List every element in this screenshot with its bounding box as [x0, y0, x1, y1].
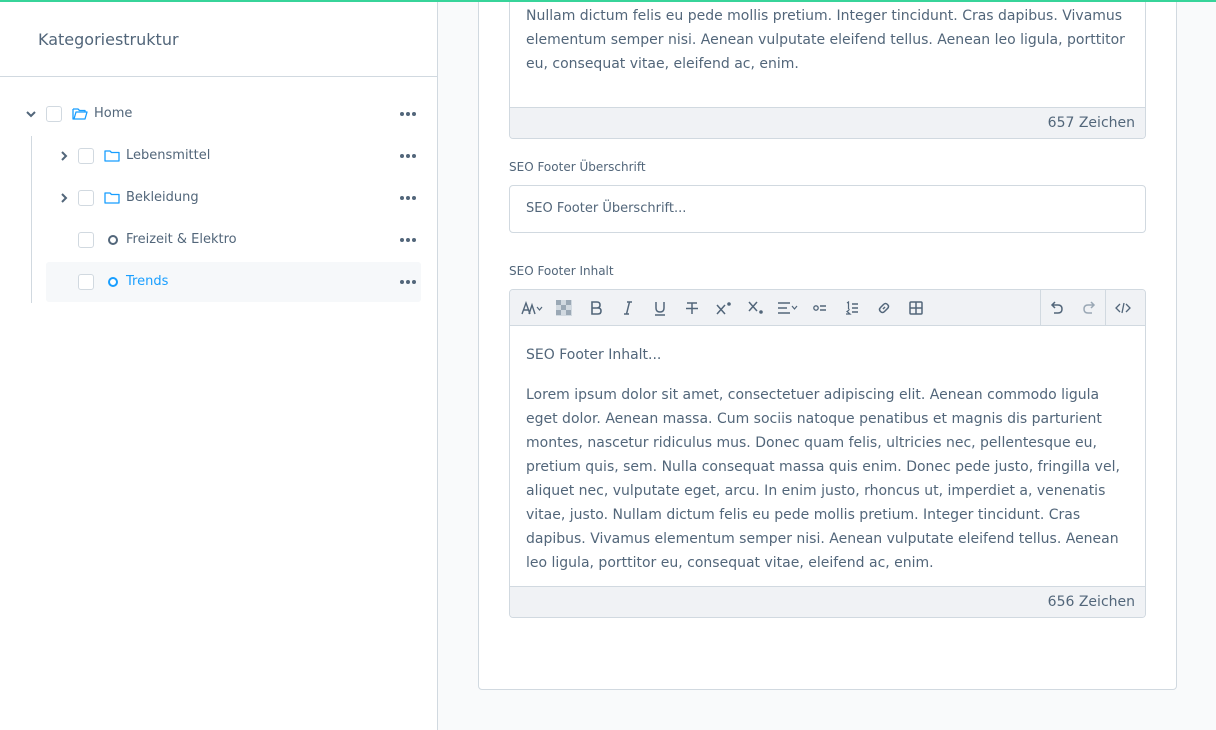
tree-item-label: Freizeit & Elektro: [126, 232, 237, 247]
undo-icon[interactable]: [1041, 290, 1073, 326]
editor-first-line: SEO Footer Inhalt...: [526, 347, 662, 363]
seo-card: vulputate eget, arcu. In enim justo, rho…: [478, 0, 1177, 690]
chevron-down-icon[interactable]: [26, 109, 36, 119]
align-icon[interactable]: [772, 290, 804, 326]
category-sidebar: Kategoriestruktur Home Lebensmittel Bekl…: [0, 0, 438, 730]
seo-description-editor[interactable]: vulputate eget, arcu. In enim justo, rho…: [509, 0, 1146, 139]
more-options-icon[interactable]: [400, 112, 416, 116]
seo-footer-heading-label: SEO Footer Überschrift: [509, 160, 646, 174]
tree-checkbox-trends[interactable]: [78, 274, 94, 290]
seo-footer-heading-input[interactable]: SEO Footer Überschrift...: [509, 185, 1146, 233]
table-icon[interactable]: [900, 290, 932, 326]
folder-icon: [104, 191, 120, 205]
tree-item-label: Home: [94, 106, 133, 121]
editor-paragraph: Lorem ipsum dolor sit amet, consectetuer…: [526, 387, 1120, 571]
tree-item-label: Bekleidung: [126, 190, 199, 205]
link-icon[interactable]: [868, 290, 900, 326]
tree-item-trends[interactable]: Trends: [46, 262, 421, 302]
folder-open-icon: [72, 107, 88, 121]
subscript-icon[interactable]: [740, 290, 772, 326]
tree-checkbox-lebensmittel[interactable]: [78, 148, 94, 164]
tree-item-freizeit-elektro[interactable]: Freizeit & Elektro: [46, 220, 421, 260]
seo-footer-content-label: SEO Footer Inhalt: [509, 264, 614, 278]
code-view-icon[interactable]: [1107, 290, 1139, 326]
redo-icon[interactable]: [1073, 290, 1105, 326]
loading-bar: [0, 0, 1216, 2]
sidebar-title: Kategoriestruktur: [38, 30, 179, 49]
toolbar-separator: [1105, 290, 1106, 326]
bold-icon[interactable]: [580, 290, 612, 326]
tree-item-label: Lebensmittel: [126, 148, 211, 163]
underline-icon[interactable]: [644, 290, 676, 326]
tree-checkbox-bekleidung[interactable]: [78, 190, 94, 206]
strikethrough-icon[interactable]: [676, 290, 708, 326]
background-color-icon[interactable]: [548, 290, 580, 326]
more-options-icon[interactable]: [400, 196, 416, 200]
italic-icon[interactable]: [612, 290, 644, 326]
tree-item-lebensmittel[interactable]: Lebensmittel: [46, 136, 421, 176]
unordered-list-icon[interactable]: [804, 290, 836, 326]
tree-checkbox-freizeit-elektro[interactable]: [78, 232, 94, 248]
circle-icon: [108, 235, 118, 245]
more-options-icon[interactable]: [400, 238, 416, 242]
editor-toolbar: [510, 290, 1145, 326]
superscript-icon[interactable]: [708, 290, 740, 326]
editor-content[interactable]: vulputate eget, arcu. In enim justo, rho…: [510, 0, 1145, 76]
seo-footer-content-editor[interactable]: SEO Footer Inhalt... Lorem ipsum dolor s…: [509, 289, 1146, 618]
tree-item-home[interactable]: Home: [14, 94, 421, 134]
folder-icon: [104, 149, 120, 163]
tree-guide-line: [31, 136, 32, 303]
sidebar-header: Kategoriestruktur: [0, 0, 437, 77]
text-style-icon[interactable]: [516, 290, 548, 326]
chevron-right-icon[interactable]: [59, 193, 69, 203]
tree-checkbox-home[interactable]: [46, 106, 62, 122]
char-counter: 656 Zeichen: [510, 586, 1145, 617]
more-options-icon[interactable]: [400, 154, 416, 158]
ordered-list-icon[interactable]: [836, 290, 868, 326]
chevron-right-icon[interactable]: [59, 151, 69, 161]
circle-icon: [108, 277, 118, 287]
tree-item-bekleidung[interactable]: Bekleidung: [46, 178, 421, 218]
tree-item-label: Trends: [126, 274, 169, 289]
char-counter: 657 Zeichen: [510, 107, 1145, 138]
more-options-icon[interactable]: [400, 280, 416, 284]
editor-content[interactable]: SEO Footer Inhalt... Lorem ipsum dolor s…: [510, 343, 1145, 591]
